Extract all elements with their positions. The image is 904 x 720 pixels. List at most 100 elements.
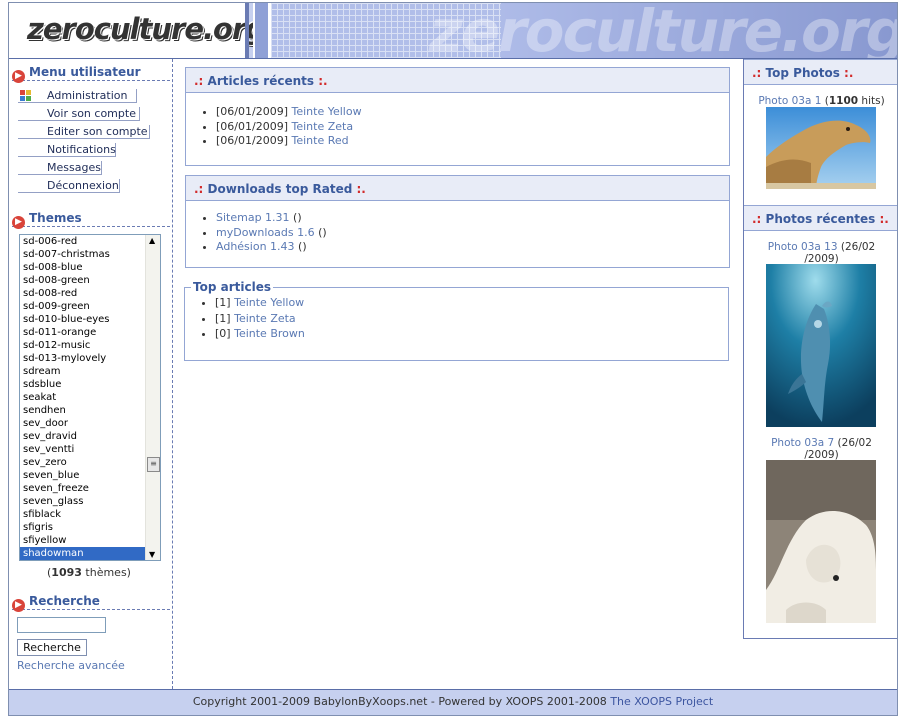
list-item: [06/01/2009] Teinte Yellow xyxy=(216,105,729,120)
theme-option[interactable]: sev_dravid xyxy=(20,430,160,443)
photo-link[interactable]: Photo 03a 7 xyxy=(771,437,834,449)
theme-option[interactable]: sev_ventti xyxy=(20,443,160,456)
downloads-title: .: Downloads top Rated :. xyxy=(186,176,729,201)
xoops-project-link[interactable]: The XOOPS Project xyxy=(610,695,713,708)
theme-option[interactable]: sd-011-orange xyxy=(20,326,160,339)
theme-option[interactable]: sfiblack xyxy=(20,508,160,521)
menu-item-deconnexion[interactable]: Déconnexion xyxy=(18,179,120,193)
menu-item-label: Administration xyxy=(47,89,128,102)
article-link[interactable]: Teinte Yellow xyxy=(291,105,361,118)
scroll-up-arrow-icon[interactable]: ▲ xyxy=(149,236,155,245)
list-item: [06/01/2009] Teinte Red xyxy=(216,134,729,149)
theme-option[interactable]: sd-008-green xyxy=(20,274,160,287)
header-gradient: zeroculture.org xyxy=(429,3,897,58)
scroll-thumb[interactable]: ≡ xyxy=(147,457,160,472)
menu-item-administration[interactable]: Administration xyxy=(18,89,137,103)
menu-item-notifications[interactable]: Notifications xyxy=(18,143,116,157)
search-button[interactable]: Recherche xyxy=(17,639,87,656)
article-link[interactable]: Teinte Zeta xyxy=(234,312,296,325)
theme-count-value: 1093 xyxy=(51,566,82,579)
download-link[interactable]: Adhésion 1.43 xyxy=(216,240,295,253)
photo-link[interactable]: Photo 03a 13 xyxy=(768,241,838,253)
theme-options: sd-006-red sd-007-christmas sd-008-blue sd-… xyxy=(20,235,160,560)
site-logo[interactable]: zeroculture.org xyxy=(27,12,266,46)
top-articles-block: Top articles [1] Teinte Yellow [1] Teint… xyxy=(184,280,729,361)
theme-option[interactable]: sd-009-green xyxy=(20,300,160,313)
user-menu-title: ▶ Menu utilisateur xyxy=(12,65,170,83)
header-watermark: zeroculture.org xyxy=(428,3,897,59)
recent-photo-caption: Photo 03a 13 (26/02/2009) xyxy=(767,241,876,265)
theme-option[interactable]: sd-007-christmas xyxy=(20,248,160,261)
article-link[interactable]: Teinte Zeta xyxy=(291,120,353,133)
theme-option[interactable]: sdsblue xyxy=(20,378,160,391)
dolphin-photo[interactable] xyxy=(766,264,876,427)
scroll-down-arrow-icon[interactable]: ▼ xyxy=(149,550,155,559)
theme-option[interactable]: seakat xyxy=(20,391,160,404)
theme-option[interactable]: sfigris xyxy=(20,521,160,534)
theme-option[interactable]: sd-006-red xyxy=(20,235,160,248)
article-link[interactable]: Teinte Brown xyxy=(234,327,305,340)
logo-area[interactable]: zeroculture.org xyxy=(9,3,266,58)
menu-item-label: Notifications xyxy=(47,143,116,156)
menu-item-label: Editer son compte xyxy=(47,125,148,138)
theme-option[interactable]: shadowman xyxy=(20,547,160,560)
theme-option[interactable]: sd-008-blue xyxy=(20,261,160,274)
theme-option[interactable]: sd-010-blue-eyes xyxy=(20,313,160,326)
theme-option[interactable]: sd-008-red xyxy=(20,287,160,300)
theme-option[interactable]: sdream xyxy=(20,365,160,378)
arrow-bullet-icon: ▶ xyxy=(12,216,25,229)
list-item: myDownloads 1.6 () xyxy=(216,226,729,241)
list-item: Adhésion 1.43 () xyxy=(216,240,729,255)
menu-item-voir-compte[interactable]: Voir son compte xyxy=(18,107,140,121)
search-input[interactable] xyxy=(17,617,106,633)
recent-photo-caption: Photo 03a 7 (26/02/2009) xyxy=(771,437,872,461)
menu-item-label: Messages xyxy=(47,161,101,174)
download-link[interactable]: myDownloads 1.6 xyxy=(216,226,315,239)
theme-option[interactable]: seven_glass xyxy=(20,495,160,508)
admin-icon xyxy=(20,90,31,101)
recent-articles-block: .: Articles récents :. [06/01/2009] Tein… xyxy=(185,67,730,166)
arrow-bullet-icon: ▶ xyxy=(12,599,25,612)
article-link[interactable]: Teinte Yellow xyxy=(234,296,304,309)
theme-option[interactable]: seven_blue xyxy=(20,469,160,482)
recent-photos-title: .: Photos récentes :. xyxy=(744,205,897,231)
download-link[interactable]: Sitemap 1.31 xyxy=(216,211,290,224)
header-divider xyxy=(245,3,249,58)
theme-list-scrollbar[interactable]: ▲ ≡ ▼ xyxy=(145,235,160,560)
site-header: zeroculture.org zeroculture.org xyxy=(9,3,897,59)
recent-articles-list: [06/01/2009] Teinte Yellow [06/01/2009] … xyxy=(186,105,729,149)
menu-item-label: Déconnexion xyxy=(47,179,119,192)
list-item: [1] Teinte Yellow xyxy=(215,296,728,312)
right-sidebar: .: Top Photos :. Photo 03a 1 (1100 hits)… xyxy=(743,59,897,639)
theme-option[interactable]: sev_zero xyxy=(20,456,160,469)
theme-select-list[interactable]: sd-006-red sd-007-christmas sd-008-blue sd-… xyxy=(19,234,161,561)
theme-option[interactable]: sendhen xyxy=(20,404,160,417)
search-title: ▶ Recherche xyxy=(12,594,170,612)
polar-bear-photo[interactable] xyxy=(766,460,876,623)
downloads-block: .: Downloads top Rated :. Sitemap 1.31 (… xyxy=(185,175,730,268)
site-footer: Copyright 2001-2009 BabylonByXoops.net -… xyxy=(9,689,897,715)
advanced-search-link[interactable]: Recherche avancée xyxy=(17,659,125,672)
list-item: [06/01/2009] Teinte Zeta xyxy=(216,120,729,135)
top-articles-title: Top articles xyxy=(193,280,271,294)
theme-option[interactable]: sfiyellow xyxy=(20,534,160,547)
menu-item-messages[interactable]: Messages xyxy=(18,161,102,175)
photo-link[interactable]: Photo 03a 1 xyxy=(758,95,821,107)
theme-option[interactable]: sev_door xyxy=(20,417,160,430)
header-band xyxy=(253,3,271,58)
arrow-bullet-icon: ▶ xyxy=(12,70,25,83)
recent-articles-title: .: Articles récents :. xyxy=(186,68,729,93)
top-articles-list: [1] Teinte Yellow [1] Teinte Zeta [0] Te… xyxy=(185,296,728,343)
theme-option[interactable]: seven_freeze xyxy=(20,482,160,495)
article-link[interactable]: Teinte Red xyxy=(291,134,348,147)
theme-option[interactable]: sd-012-music xyxy=(20,339,160,352)
page: zeroculture.org zeroculture.org ▶ Menu ut… xyxy=(8,2,898,716)
list-item: [0] Teinte Brown xyxy=(215,327,728,343)
left-sidebar: ▶ Menu utilisateur Administration Voir so… xyxy=(9,59,173,689)
list-item: Sitemap 1.31 () xyxy=(216,211,729,226)
list-item: [1] Teinte Zeta xyxy=(215,312,728,328)
theme-option[interactable]: sd-013-mylovely xyxy=(20,352,160,365)
menu-item-editer-compte[interactable]: Editer son compte xyxy=(18,125,150,139)
menu-item-label: Voir son compte xyxy=(47,107,136,120)
camel-photo[interactable] xyxy=(766,107,876,189)
